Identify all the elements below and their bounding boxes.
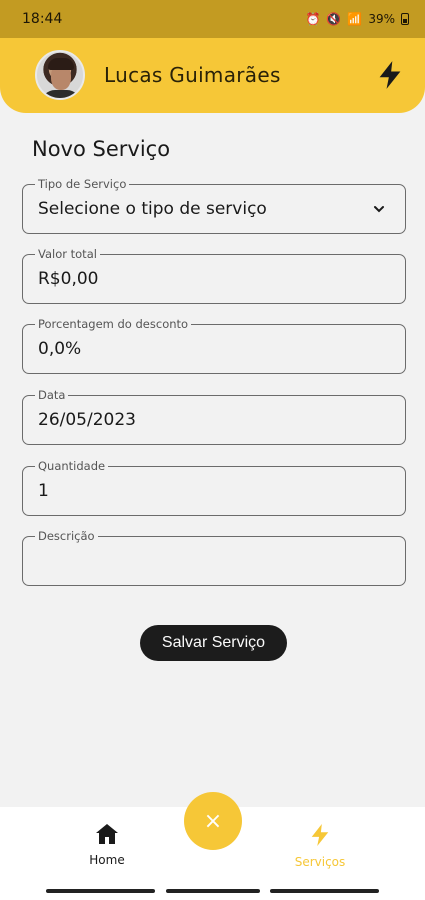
status-bar: 18:44 ⏰ 🔇 📶 39%: [0, 0, 425, 38]
lightning-bolt-icon[interactable]: [376, 60, 404, 90]
battery-percent: 39%: [368, 12, 395, 26]
close-fab-button[interactable]: ×: [184, 792, 242, 850]
quantity-input: 1: [38, 481, 49, 501]
chevron-down-icon: [374, 206, 384, 213]
gesture-bar-left: [46, 889, 155, 893]
discount-field[interactable]: Porcentagem do desconto 0,0%: [22, 316, 406, 374]
nav-services[interactable]: Serviços: [280, 823, 360, 869]
discount-input: 0,0%: [38, 339, 82, 359]
date-input: 26/05/2023: [38, 410, 136, 430]
total-value-input: R$0,00: [38, 269, 99, 289]
close-icon: ×: [203, 808, 223, 834]
nav-home[interactable]: Home: [67, 823, 147, 867]
total-value-label: Valor total: [35, 246, 100, 262]
page-title: Novo Serviço: [32, 137, 171, 161]
date-field[interactable]: Data 26/05/2023: [22, 387, 406, 445]
user-name: Lucas Guimarães: [104, 63, 281, 87]
service-type-select[interactable]: Tipo de Serviço Selecione o tipo de serv…: [22, 176, 406, 234]
total-value-field[interactable]: Valor total R$0,00: [22, 246, 406, 304]
discount-label: Porcentagem do desconto: [35, 316, 192, 332]
battery-icon: [401, 13, 409, 25]
status-time: 18:44: [22, 11, 63, 27]
lightning-bolt-icon: [311, 824, 329, 846]
quantity-field[interactable]: Quantidade 1: [22, 458, 406, 516]
description-field[interactable]: Descrição: [22, 528, 406, 586]
quantity-label: Quantidade: [35, 458, 109, 474]
service-type-label: Tipo de Serviço: [35, 176, 130, 192]
description-label: Descrição: [35, 528, 98, 544]
service-type-value: Selecione o tipo de serviço: [38, 199, 267, 219]
gesture-bar-center: [166, 889, 260, 893]
avatar[interactable]: [35, 50, 85, 100]
nav-home-label: Home: [89, 853, 125, 867]
alarm-icon: ⏰: [305, 12, 321, 26]
nav-services-label: Serviços: [294, 855, 346, 869]
app-header: 18:44 ⏰ 🔇 📶 39% Lucas Guimarães: [0, 0, 425, 113]
date-label: Data: [35, 387, 69, 403]
mute-icon: 🔇: [326, 12, 342, 26]
wifi-icon: 📶: [347, 12, 363, 26]
home-icon: [96, 824, 118, 844]
save-service-button[interactable]: Salvar Serviço: [140, 625, 287, 661]
status-icons: ⏰ 🔇 📶 39%: [305, 12, 409, 26]
gesture-bar-right: [270, 889, 379, 893]
